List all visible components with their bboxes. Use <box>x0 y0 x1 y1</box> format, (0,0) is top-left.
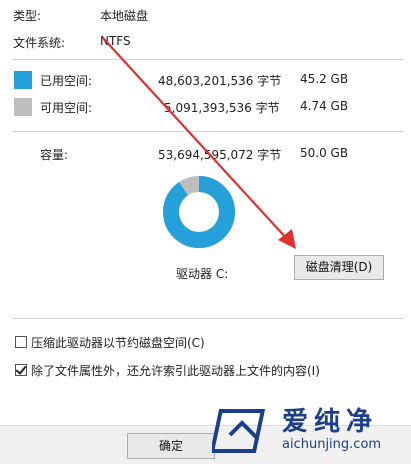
watermark-brand: 爱纯净 <box>282 407 379 437</box>
watermark-url: aichunjing.com <box>282 437 382 452</box>
watermark: 爱纯净 aichunjing.com <box>202 397 411 463</box>
watermark-logo-icon <box>212 409 266 453</box>
annotation-arrow <box>102 37 296 249</box>
